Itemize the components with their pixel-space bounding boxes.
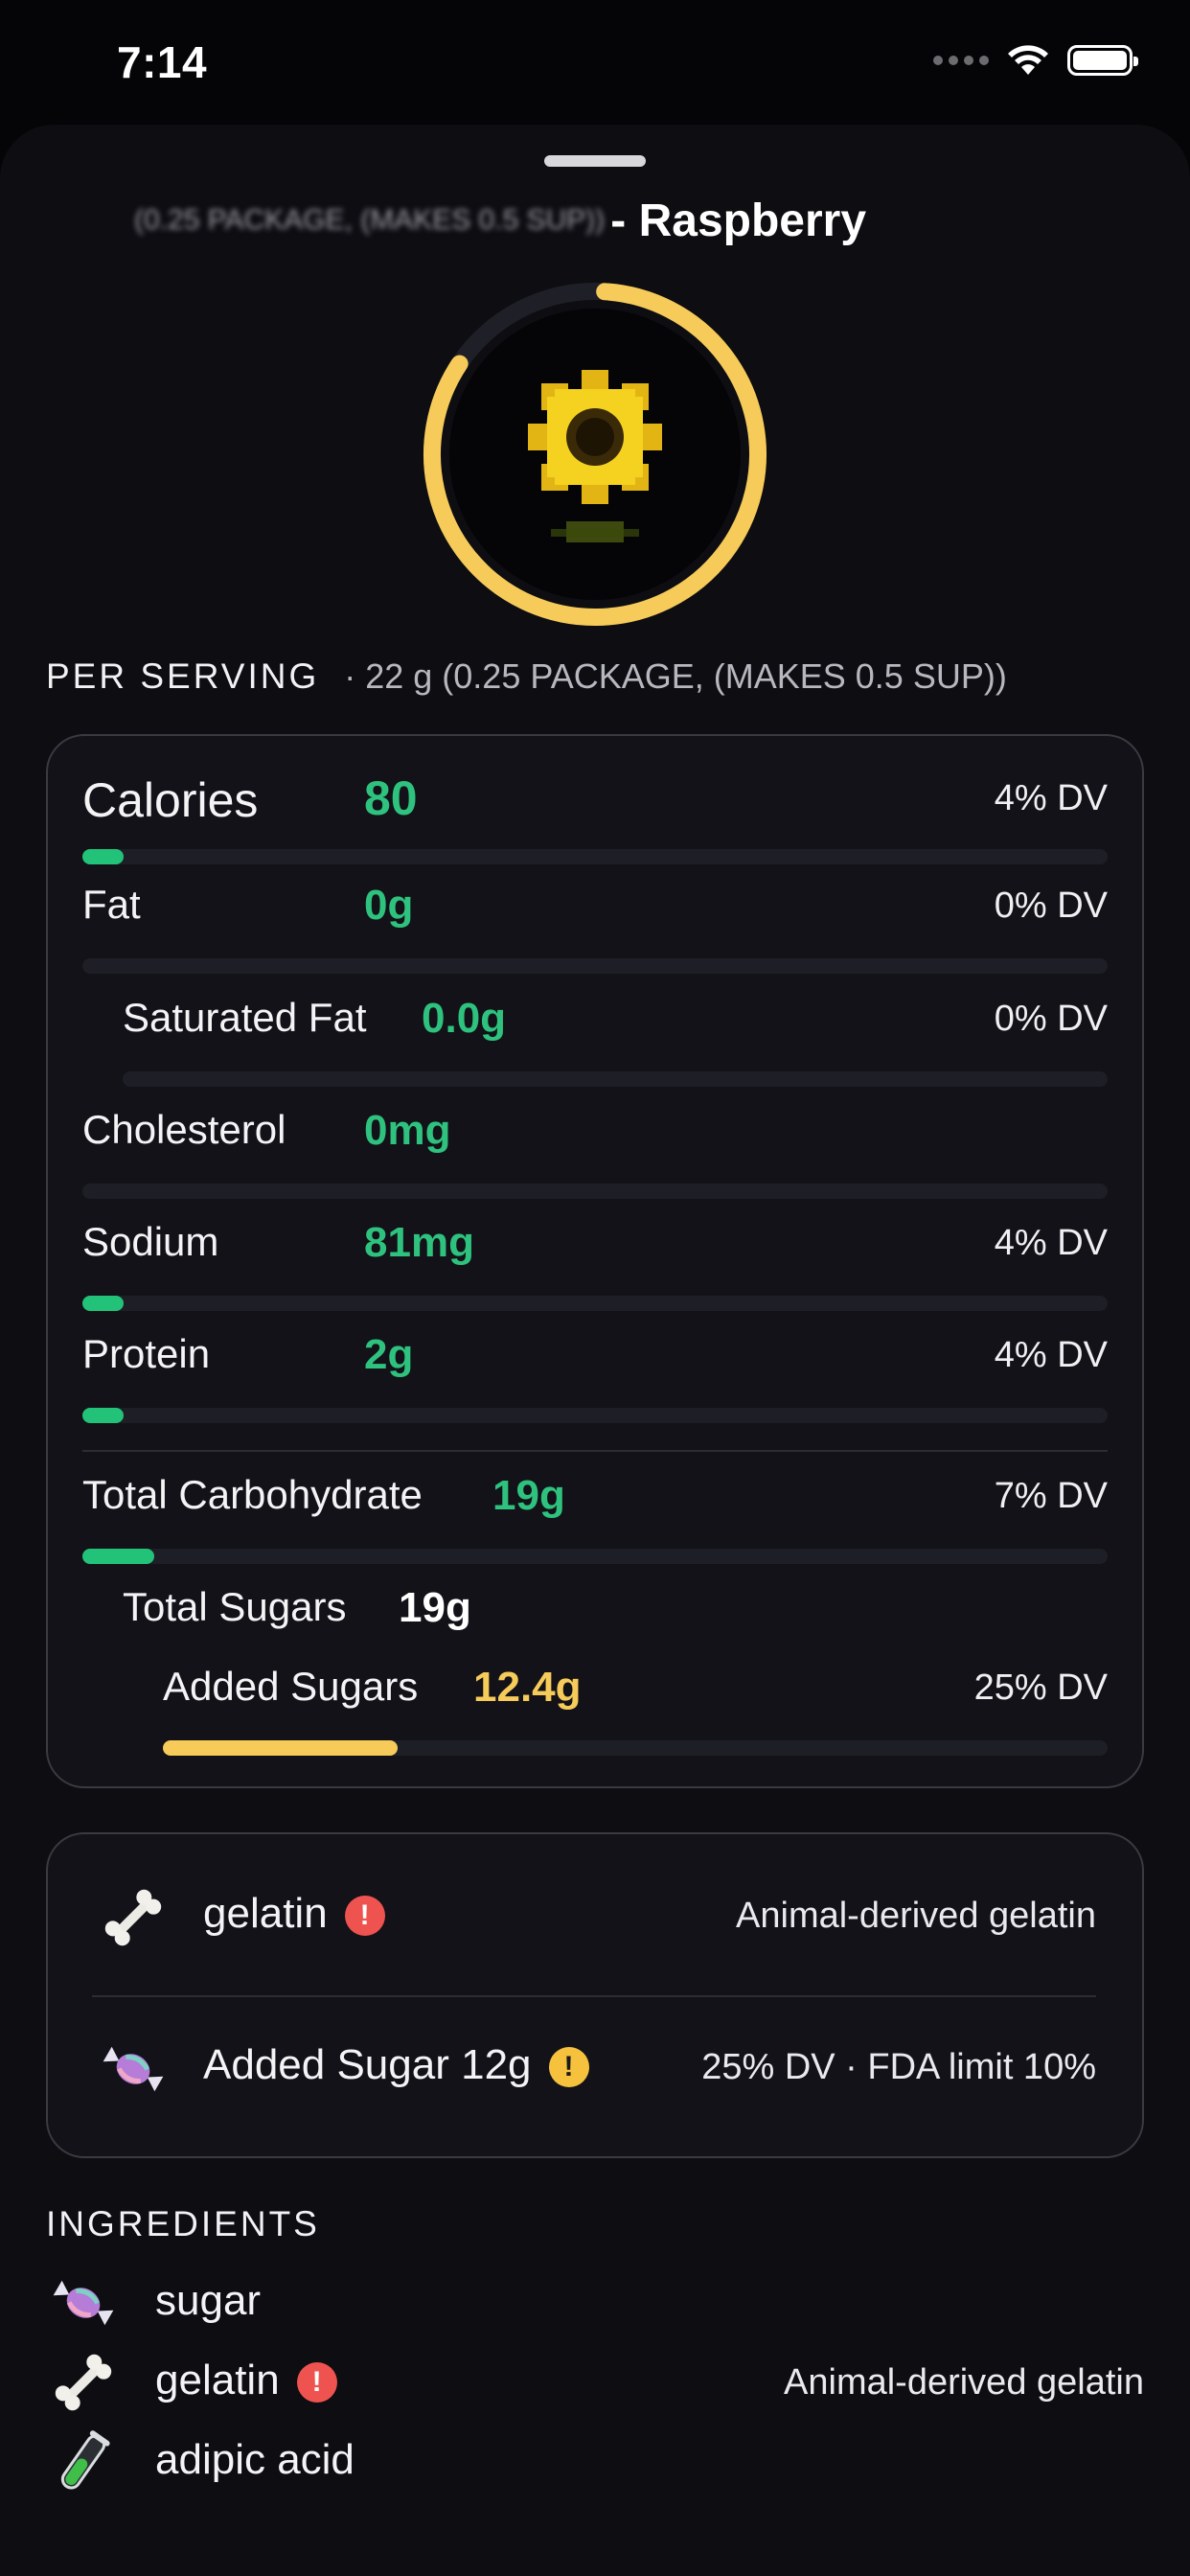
alert-label: gelatin!: [203, 1890, 385, 1938]
nutrient-value: 81mg: [364, 1219, 474, 1266]
nutrient-label: Cholesterol: [82, 1107, 286, 1152]
per-serving-value: · 22 g (0.25 PACKAGE, (MAKES 0.5 SUP)): [344, 656, 1007, 696]
nutrient-label: Added Sugars: [163, 1664, 419, 1709]
nutrient-dv-bar: [163, 1740, 1108, 1756]
product-title-blurred: (0.25 PACKAGE, (MAKES 0.5 SUP)): [134, 204, 606, 236]
wifi-icon: [1008, 45, 1048, 75]
ingredient-label-text: gelatin: [155, 2357, 280, 2404]
per-serving-label: PER SERVING: [46, 656, 320, 696]
nutrient-value: 0.0g: [422, 995, 507, 1042]
status-time: 7:14: [117, 37, 208, 87]
test-tube-icon: [60, 2430, 110, 2490]
alert-row-gelatin[interactable]: gelatin! Animal-derived gelatin: [48, 1865, 1142, 1970]
product-title-text: - Raspberry: [610, 195, 867, 246]
nutrient-label: Saturated Fat: [123, 995, 367, 1040]
alert-label-text: Added Sugar 12g: [203, 2041, 532, 2088]
nutrient-label: Fat: [82, 882, 141, 927]
nutrient-dv-bar: [82, 1408, 1108, 1423]
nutrient-label: Sodium: [82, 1219, 219, 1264]
nutrient-value: 0mg: [364, 1107, 451, 1154]
warning-badge-icon: !: [296, 2362, 337, 2404]
caution-badge-icon: !: [548, 2047, 589, 2088]
alert-note: Animal-derived gelatin: [736, 1896, 1096, 1936]
sheet-grabber[interactable]: [544, 155, 646, 167]
nutrient-label: Calories: [82, 773, 259, 827]
ingredient-row-adipic-acid[interactable]: adipic acid: [0, 2425, 1190, 2501]
alert-note: 25% DV · FDA limit 10%: [701, 2047, 1096, 2087]
alert-label: Added Sugar 12g!: [203, 2041, 589, 2089]
ingredient-label: adipic acid: [155, 2436, 355, 2483]
nutrient-dv-bar: [123, 1071, 1108, 1087]
nutrient-row-fat: Fat 0g 0% DV: [48, 882, 1142, 978]
nutrient-dv-bar: [82, 1296, 1108, 1311]
candy-icon: [103, 2046, 164, 2092]
nutrient-row-added-sugars: Added Sugars 12.4g 25% DV: [48, 1664, 1142, 1760]
ingredient-label: sugar: [155, 2277, 262, 2324]
bone-icon: [55, 2354, 112, 2411]
warning-badge-icon: !: [344, 1896, 385, 1937]
bone-icon: [104, 1889, 162, 1946]
alerts-card: gelatin! Animal-derived gelatin Added Su…: [46, 1832, 1144, 2158]
ingredient-note: Animal-derived gelatin: [784, 2362, 1144, 2403]
nutrient-row-total-carbohydrate: Total Carbohydrate 19g 7% DV: [48, 1472, 1142, 1568]
nutrient-dv-bar: [82, 1549, 1108, 1564]
alert-label-text: gelatin: [203, 1890, 328, 1937]
nutrient-dv: 0% DV: [994, 886, 1108, 926]
nutrient-row-calories: Calories 80 4% DV: [48, 769, 1142, 874]
nutrient-label: Protein: [82, 1331, 211, 1376]
battery-icon: [1067, 45, 1138, 76]
nutrient-dv-bar: [82, 1184, 1108, 1199]
nutrient-row-cholesterol: Cholesterol 0mg: [48, 1107, 1142, 1203]
nutrient-value: 19g: [399, 1584, 471, 1631]
nutrient-value: 19g: [492, 1472, 565, 1519]
nutrient-dv: 4% DV: [994, 1223, 1108, 1263]
section-divider: [82, 1450, 1108, 1452]
nutrient-dv: 0% DV: [994, 999, 1108, 1039]
nutrient-value: 80: [364, 771, 418, 825]
nutrient-label: Total Sugars: [123, 1584, 347, 1629]
nutrient-dv-bar-fill: [82, 849, 124, 864]
nutrient-dv: 4% DV: [994, 1335, 1108, 1375]
nutrient-dv: 7% DV: [994, 1476, 1108, 1516]
nutrient-dv-bar-fill: [82, 1408, 124, 1423]
nutrient-row-protein: Protein 2g 4% DV: [48, 1331, 1142, 1427]
nutrient-dv-bar-fill: [163, 1740, 398, 1756]
nutrient-dv-bar-fill: [82, 1549, 154, 1564]
nutrient-row-saturated-fat: Saturated Fat 0.0g 0% DV: [48, 995, 1142, 1091]
ingredient-label: gelatin!: [155, 2357, 337, 2404]
alert-divider: [92, 1995, 1096, 1997]
score-ring: [423, 283, 767, 626]
nutrient-value: 2g: [364, 1331, 414, 1378]
nutrient-dv-bar: [82, 849, 1108, 864]
status-bar: 7:14: [0, 0, 1190, 125]
ingredient-row-gelatin[interactable]: gelatin! Animal-derived gelatin: [0, 2345, 1190, 2422]
alert-row-added-sugar[interactable]: Added Sugar 12g! 25% DV · FDA limit 10%: [48, 2016, 1142, 2122]
nutrient-label: Total Carbohydrate: [82, 1472, 423, 1517]
nutrient-value: 12.4g: [473, 1664, 582, 1711]
nutrient-row-sodium: Sodium 81mg 4% DV: [48, 1219, 1142, 1315]
product-title: (0.25 PACKAGE, (MAKES 0.5 SUP)) - Raspbe…: [134, 190, 866, 251]
nutrient-row-total-sugars: Total Sugars 19g: [48, 1584, 1142, 1651]
cellular-signal-icon: [933, 56, 989, 65]
nutrient-value: 0g: [364, 882, 414, 929]
ingredient-row-sugar[interactable]: sugar: [0, 2266, 1190, 2342]
nutrient-dv: 4% DV: [994, 778, 1108, 818]
nutrient-dv-bar-fill: [82, 1296, 124, 1311]
nutrient-dv-bar: [82, 958, 1108, 974]
ingredients-heading: INGREDIENTS: [46, 2204, 320, 2243]
nutrient-dv: 25% DV: [973, 1668, 1108, 1708]
per-serving: PER SERVING · 22 g (0.25 PACKAGE, (MAKES…: [46, 656, 1007, 704]
status-icons: [933, 44, 1138, 77]
candy-icon: [53, 2280, 114, 2326]
nutrition-facts-card: Calories 80 4% DV Fat 0g 0% DV Saturated…: [46, 734, 1144, 1788]
